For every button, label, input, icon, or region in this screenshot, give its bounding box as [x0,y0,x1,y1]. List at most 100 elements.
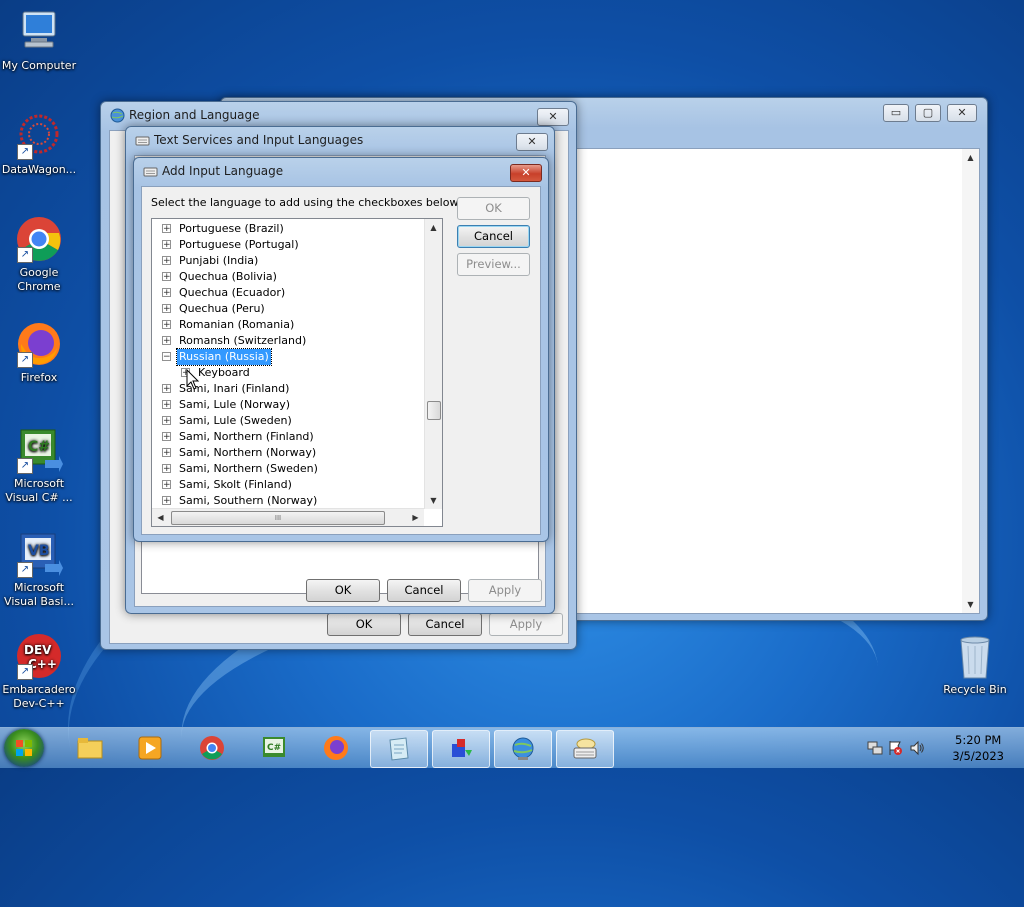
clock[interactable]: 5:20 PM 3/5/2023 [952,732,1004,764]
keyboard-icon [135,133,150,148]
tree-item-label[interactable]: Sami, Northern (Finland) [177,429,316,445]
scroll-down-arrow-icon[interactable]: ▼ [962,596,979,613]
desktop-icon-label: Google Chrome [17,266,61,293]
desktop-icon-devcpp[interactable]: DEV C++ ↗ Embarcadero Dev-C++ [0,632,78,711]
tree-item-label[interactable]: Portuguese (Brazil) [177,221,286,237]
desktop-icon-firefox[interactable]: ↗ Firefox [0,320,78,385]
tree-item-label[interactable]: Romanian (Romania) [177,317,296,333]
apply-button[interactable]: Apply [489,613,563,636]
taskbar-visual-csharp[interactable]: C# [246,730,302,766]
ok-button[interactable]: OK [327,613,401,636]
button-label: Apply [488,583,522,597]
desktop-icon-datawagon[interactable]: ↗ DataWagon... [0,112,78,177]
scroll-up-arrow-icon[interactable]: ▲ [425,219,442,236]
taskbar-media-player[interactable] [122,730,178,766]
desktop-icon-label: My Computer [1,59,77,72]
tree-item-label[interactable]: Sami, Southern (Norway) [177,493,319,509]
notepad-icon [386,736,412,762]
tree-item-label[interactable]: Portuguese (Portugal) [177,237,301,253]
tree-item-label[interactable]: Quechua (Peru) [177,301,267,317]
maximize-button[interactable]: ▢ [915,104,941,122]
vertical-scrollbar[interactable]: ▲ ▼ [424,219,442,509]
taskbar-globe[interactable] [494,730,552,768]
tree-item-label[interactable]: Keyboard [196,365,252,381]
horizontal-scrollbar[interactable]: ◀ III ▶ [152,508,424,526]
expand-icon[interactable]: + [162,400,171,410]
desktop-icon-google-chrome[interactable]: ↗ Google Chrome [0,215,78,294]
desktop-icon-label: Microsoft Visual Basi... [4,581,74,608]
close-button[interactable]: ✕ [947,104,977,122]
desktop-icon-recycle-bin[interactable]: Recycle Bin [936,632,1014,697]
scroll-left-arrow-icon[interactable]: ◀ [152,509,169,526]
scroll-thumb[interactable] [427,401,441,420]
visual-csharp-icon: C# ↗ [15,426,63,474]
shortcut-arrow-icon: ↗ [17,352,33,368]
expand-icon[interactable]: + [162,496,171,506]
expand-icon[interactable]: + [162,480,171,490]
preview-button[interactable]: Preview... [457,253,530,276]
expand-icon[interactable]: + [162,384,171,394]
tree-item-label[interactable]: Sami, Skolt (Finland) [177,477,294,493]
close-icon: ✕ [957,106,967,119]
volume-icon[interactable] [909,740,925,759]
ok-button[interactable]: OK [306,579,380,602]
taskbar-firefox[interactable] [308,730,364,766]
expand-icon[interactable]: + [162,304,171,314]
tree-item-label[interactable]: Romansh (Switzerland) [177,333,308,349]
svg-text:C#: C# [28,439,50,455]
ok-button[interactable]: OK [457,197,530,220]
tree-item-label[interactable]: Punjabi (India) [177,253,260,269]
minimize-button[interactable]: ▭ [883,104,909,122]
minimize-icon: ▭ [890,106,902,119]
taskbar-app-cube[interactable] [432,730,490,768]
tree-item-label[interactable]: Sami, Northern (Sweden) [177,461,320,477]
tree-item-label[interactable]: Quechua (Ecuador) [177,285,287,301]
scroll-up-arrow-icon[interactable]: ▲ [962,149,979,166]
vertical-scrollbar[interactable]: ▲ ▼ [962,149,979,613]
expand-icon[interactable]: + [162,432,171,442]
expand-icon[interactable]: + [162,416,171,426]
expand-icon[interactable]: + [162,256,171,266]
datawagon-icon: ↗ [15,112,63,160]
action-center-icon[interactable] [887,740,903,759]
scroll-down-arrow-icon[interactable]: ▼ [425,492,442,509]
taskbar-notepad[interactable] [370,730,428,768]
keyboard-icon [143,164,158,179]
scroll-right-arrow-icon[interactable]: ▶ [407,509,424,526]
tree-item-label[interactable]: Russian (Russia) [176,348,272,366]
svg-text:VB: VB [28,543,50,559]
start-button[interactable] [4,729,44,767]
tree-item-label[interactable]: Quechua (Bolivia) [177,269,279,285]
document-area[interactable]: ▲ ▼ [576,148,980,614]
desktop-icon-my-computer[interactable]: My Computer [0,8,78,73]
collapse-icon[interactable]: − [162,352,171,362]
tree-item-label[interactable]: Sami, Lule (Sweden) [177,413,294,429]
cancel-button[interactable]: Cancel [408,613,482,636]
mouse-cursor-icon [186,369,200,390]
taskbar-keyboard[interactable] [556,730,614,768]
keyboard-icon [572,736,598,762]
expand-icon[interactable]: + [162,464,171,474]
close-button[interactable]: ✕ [537,108,569,126]
tree-item-label[interactable]: Sami, Northern (Norway) [177,445,318,461]
expand-icon[interactable]: + [162,336,171,346]
desktop-icon-visual-basic[interactable]: VB ↗ Microsoft Visual Basi... [0,530,78,609]
cancel-button[interactable]: Cancel [457,225,530,248]
button-label: Cancel [404,583,444,597]
cancel-button[interactable]: Cancel [387,579,461,602]
expand-icon[interactable]: + [162,240,171,250]
taskbar-file-explorer[interactable] [62,730,118,766]
desktop-icon-visual-csharp[interactable]: C# ↗ Microsoft Visual C# ... [0,426,78,505]
apply-button[interactable]: Apply [468,579,542,602]
tree-item-label[interactable]: Sami, Lule (Norway) [177,397,292,413]
close-button[interactable]: ✕ [510,164,542,182]
expand-icon[interactable]: + [162,288,171,298]
expand-icon[interactable]: + [162,224,171,234]
expand-icon[interactable]: + [162,320,171,330]
network-icon[interactable] [867,740,883,759]
close-button[interactable]: ✕ [516,133,548,151]
expand-icon[interactable]: + [162,272,171,282]
expand-icon[interactable]: + [162,448,171,458]
scroll-thumb[interactable]: III [171,511,385,525]
taskbar-chrome[interactable] [184,730,240,766]
